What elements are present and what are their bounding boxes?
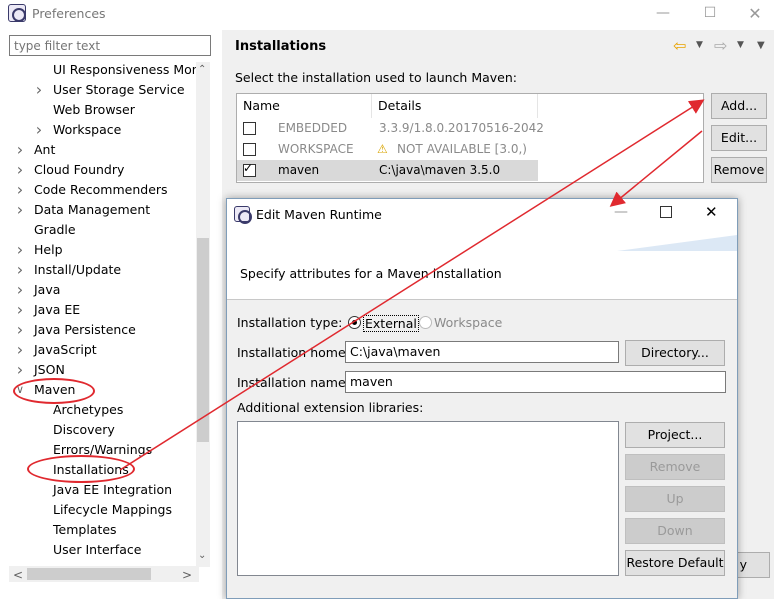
installation-name-label: Installation name: xyxy=(237,375,350,390)
external-radio-label[interactable]: External xyxy=(363,315,419,332)
expand-chevron-right-icon[interactable]: › xyxy=(33,80,45,100)
scroll-right-icon[interactable]: > xyxy=(182,568,192,582)
tree-item[interactable]: Data Management xyxy=(34,200,150,220)
add-button[interactable]: Add... xyxy=(711,93,767,119)
dialog-minimize-icon[interactable]: — xyxy=(614,204,628,220)
tree-item[interactable]: Java EE Integration xyxy=(53,480,172,500)
tree-item[interactable]: JSON xyxy=(34,360,65,380)
tree-item[interactable]: Templates xyxy=(53,520,117,540)
tree-item[interactable]: Ant xyxy=(34,140,55,160)
installations-table: Name Details EMBEDDED 3.3.9/1.8.0.2017051… xyxy=(236,93,704,183)
expand-chevron-right-icon[interactable]: › xyxy=(14,360,26,380)
installation-checkbox[interactable] xyxy=(243,143,256,156)
expand-chevron-right-icon[interactable]: › xyxy=(14,320,26,340)
back-arrow-icon[interactable]: ⇦ xyxy=(673,36,686,55)
extension-libraries-label: Additional extension libraries: xyxy=(237,400,424,415)
installation-name-cell: EMBEDDED xyxy=(278,121,348,135)
tree-item[interactable]: Discovery xyxy=(53,420,115,440)
extension-libraries-list[interactable] xyxy=(237,421,619,576)
dialog-divider xyxy=(227,299,737,300)
installation-type-label: Installation type: xyxy=(237,315,343,330)
tree-hscroll-thumb[interactable] xyxy=(27,568,151,580)
expand-chevron-right-icon[interactable]: › xyxy=(14,340,26,360)
tree-item[interactable]: Install/Update xyxy=(34,260,121,280)
installation-home-label: Installation home: xyxy=(237,345,350,360)
installation-home-input[interactable]: C:\java\maven xyxy=(345,341,619,363)
installation-name-cell: maven xyxy=(278,163,320,177)
scroll-left-icon[interactable]: < xyxy=(13,568,23,582)
dialog-app-icon xyxy=(234,206,252,224)
back-menu-chevron-icon[interactable]: ▼ xyxy=(696,40,703,50)
tree-item[interactable]: Java Persistence xyxy=(34,320,136,340)
maven-highlight-ellipse xyxy=(13,378,95,404)
tree-item[interactable]: Web Browser xyxy=(53,100,135,120)
installation-name-input[interactable]: maven xyxy=(345,371,726,393)
tree-item[interactable]: User Interface xyxy=(53,540,141,560)
installations-subtitle: Select the installation used to launch M… xyxy=(235,70,517,85)
page-title: Installations xyxy=(235,39,327,54)
expand-chevron-right-icon[interactable]: › xyxy=(14,260,26,280)
tree-item[interactable]: Java xyxy=(34,280,60,300)
up-button: Up xyxy=(625,486,725,512)
installations-highlight-ellipse xyxy=(27,455,135,483)
tree-item[interactable]: User Storage Service xyxy=(53,80,185,100)
filter-input[interactable] xyxy=(9,35,211,56)
preferences-tree: UI Responsiveness Moni › User Storage Serv… xyxy=(9,60,209,580)
warning-icon: ⚠ xyxy=(377,142,388,156)
tree-item[interactable]: Help xyxy=(34,240,63,260)
dialog-maximize-icon[interactable] xyxy=(660,206,672,218)
scroll-down-icon[interactable]: ⌄ xyxy=(198,550,206,561)
dialog-remove-button: Remove xyxy=(625,454,725,480)
maximize-icon[interactable]: ☐ xyxy=(688,0,732,26)
installation-details-cell: NOT AVAILABLE [3.0,) xyxy=(397,142,527,156)
expand-chevron-right-icon[interactable]: › xyxy=(14,300,26,320)
view-menu-icon[interactable]: ▼ xyxy=(757,40,765,51)
installation-checkbox[interactable]: ✓ xyxy=(243,161,256,177)
tree-item[interactable]: Code Recommenders xyxy=(34,180,168,200)
tree-item[interactable]: Lifecycle Mappings xyxy=(53,500,172,520)
project-button[interactable]: Project... xyxy=(625,422,725,448)
restore-default-button[interactable]: Restore Default xyxy=(625,550,725,576)
forward-menu-chevron-icon[interactable]: ▼ xyxy=(737,40,744,50)
external-radio[interactable] xyxy=(348,316,361,329)
expand-chevron-right-icon[interactable]: › xyxy=(14,200,26,220)
down-button: Down xyxy=(625,518,725,544)
tree-item[interactable]: Java EE xyxy=(34,300,80,320)
dialog-description: Specify attributes for a Maven installat… xyxy=(240,266,502,281)
expand-chevron-right-icon[interactable]: › xyxy=(14,160,26,180)
tree-item[interactable]: Workspace xyxy=(53,120,121,140)
column-header-details[interactable]: Details xyxy=(372,94,538,118)
tree-scroll-thumb[interactable] xyxy=(197,238,209,442)
edit-button[interactable]: Edit... xyxy=(711,125,767,151)
forward-arrow-icon[interactable]: ⇨ xyxy=(714,36,727,55)
tree-item[interactable]: Gradle xyxy=(34,220,76,240)
installation-details-cell: 3.3.9/1.8.0.20170516-2042 xyxy=(379,121,544,135)
workspace-radio-label: Workspace xyxy=(434,315,503,330)
scroll-up-icon[interactable]: ⌃ xyxy=(198,64,206,75)
expand-chevron-right-icon[interactable]: › xyxy=(33,120,45,140)
expand-chevron-right-icon[interactable]: › xyxy=(14,180,26,200)
close-icon[interactable]: ✕ xyxy=(733,0,774,26)
directory-button[interactable]: Directory... xyxy=(625,340,725,366)
installation-details-cell: C:\java\maven 3.5.0 xyxy=(379,163,501,177)
window-title: Preferences xyxy=(32,6,106,21)
expand-chevron-right-icon[interactable]: › xyxy=(14,280,26,300)
expand-chevron-right-icon[interactable]: › xyxy=(14,140,26,160)
workspace-radio xyxy=(419,316,432,329)
minimize-icon[interactable]: — xyxy=(641,0,685,26)
remove-button[interactable]: Remove xyxy=(711,157,767,183)
tree-item[interactable]: Cloud Foundry xyxy=(34,160,124,180)
eclipse-app-icon xyxy=(8,4,26,22)
dialog-title: Edit Maven Runtime xyxy=(256,207,382,222)
dialog-close-icon[interactable]: ✕ xyxy=(705,203,718,221)
column-header-name[interactable]: Name xyxy=(237,94,372,118)
expand-chevron-right-icon[interactable]: › xyxy=(14,240,26,260)
tree-item[interactable]: UI Responsiveness Moni xyxy=(53,60,203,80)
installation-name-cell: WORKSPACE xyxy=(278,142,354,156)
installation-checkbox[interactable] xyxy=(243,122,256,135)
tree-item[interactable]: JavaScript xyxy=(34,340,97,360)
